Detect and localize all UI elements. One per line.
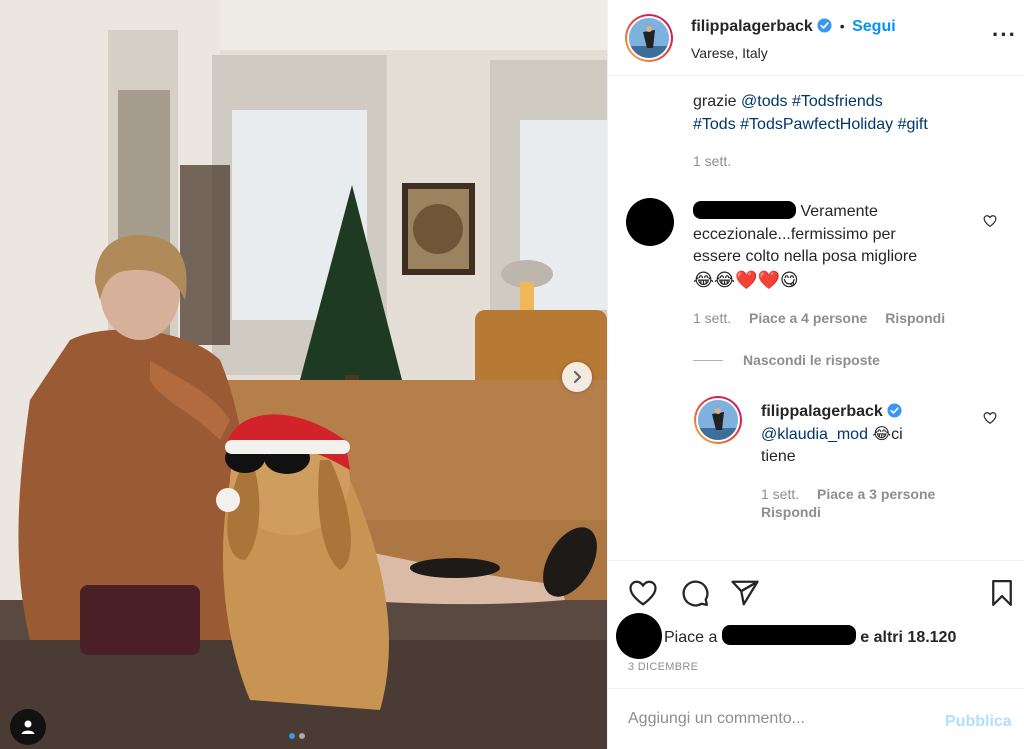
reply-button[interactable]: Rispondi [885,310,945,326]
caption-mention[interactable]: @tods [741,93,787,110]
more-options-icon: ··· [992,22,1017,47]
reply-meta: 1 sett. Piace a 3 persone Rispondi [761,485,981,521]
reply-time[interactable]: 1 sett. [761,486,799,502]
reply-emoji: 😂 [872,425,892,443]
comment-emojis: 😂😂❤️❤️😋 [693,269,799,290]
caption-line-2: #Tods #TodsPawfectHoliday #gift [693,114,928,136]
comment-likes[interactable]: Piace a 4 persone [749,310,867,326]
commenter-avatar[interactable] [626,198,674,246]
redacted-username [721,625,856,645]
comment-body: Veramente eccezionale...fermissimo per e… [693,201,993,291]
avatar-photo [629,18,669,58]
comments-list: grazie @tods #Todsfriends #Tods #TodsPaw… [608,77,1024,560]
avatar-photo [698,400,738,440]
reply-username[interactable]: filippalagerback [761,403,883,420]
reply-mention[interactable]: @klaudia_mod [761,426,868,443]
hide-replies-button[interactable]: Nascondi le risposte [743,352,880,368]
post-photo [0,0,607,749]
post-date[interactable]: 3 DICEMBRE [628,661,698,673]
user-tag-button[interactable] [10,709,46,745]
caption-line-1: grazie @tods #Todsfriends [693,91,883,113]
reply-text: ci [891,425,903,443]
carousel-dot-2 [299,733,305,739]
caption-hashtag[interactable]: #Todsfriends [792,93,883,110]
comment-input[interactable] [628,706,928,732]
post-image[interactable] [0,0,607,749]
header-separator: • [839,18,845,34]
follow-button[interactable]: Segui [852,18,896,35]
add-comment-bar: Pubblica [608,688,1024,749]
comment-icon[interactable] [680,578,710,608]
chevron-right-icon [573,370,582,384]
comment-text: eccezionale...fermissimo per [693,225,896,243]
carousel-dot-1 [289,733,295,739]
liker-avatar[interactable] [616,613,662,659]
comment-like-icon[interactable] [983,214,997,228]
reply-button[interactable]: Rispondi [761,504,821,520]
reply-likes[interactable]: Piace a 3 persone [817,486,935,502]
comment-text: essere colto nella posa migliore [693,248,918,265]
reply-body: filippalagerback @klaudia_mod 😂ci tiene [761,401,971,469]
caption-time[interactable]: 1 sett. [693,153,731,169]
post-location[interactable]: Varese, Italy [691,45,768,61]
reply-like-icon[interactable] [983,411,997,425]
caption-hashtag[interactable]: #Tods [693,116,736,133]
user-tag-icon [21,720,35,734]
likes-count[interactable]: e altri 18.120 [860,629,956,646]
caption-text: grazie [693,93,737,110]
next-image-button[interactable] [562,362,592,392]
caption-hashtag[interactable]: #gift [898,116,928,133]
post-actions: Piace a e altri 18.120 3 DICEMBRE [608,560,1024,688]
author-username[interactable]: filippalagerback [691,18,813,35]
more-options-button[interactable]: ··· [992,24,1017,46]
redacted-username [693,201,796,219]
comment-text: Veramente [800,203,878,220]
likes-summary[interactable]: Piace a e altri 18.120 [664,625,956,647]
verified-badge-icon [887,403,902,418]
replies-divider [693,360,723,361]
share-icon[interactable] [730,578,760,608]
heart-icon[interactable] [628,578,658,608]
reply-text: tiene [761,448,796,465]
verified-badge-icon [817,18,832,33]
publish-button[interactable]: Pubblica [945,713,1012,731]
bookmark-icon[interactable] [987,578,1017,608]
carousel-indicator [289,733,305,739]
author-avatar[interactable] [625,14,673,62]
caption-hashtag[interactable]: #TodsPawfectHoliday [740,116,893,133]
reply-avatar[interactable] [694,396,742,444]
post-header: filippalagerback • Segui Varese, Italy ·… [608,0,1024,76]
comment-time[interactable]: 1 sett. [693,310,731,326]
post-sidebar: filippalagerback • Segui Varese, Italy ·… [607,0,1024,749]
likes-prefix: Piace a [664,629,718,646]
comment-meta: 1 sett. Piace a 4 persone Rispondi [693,310,959,326]
